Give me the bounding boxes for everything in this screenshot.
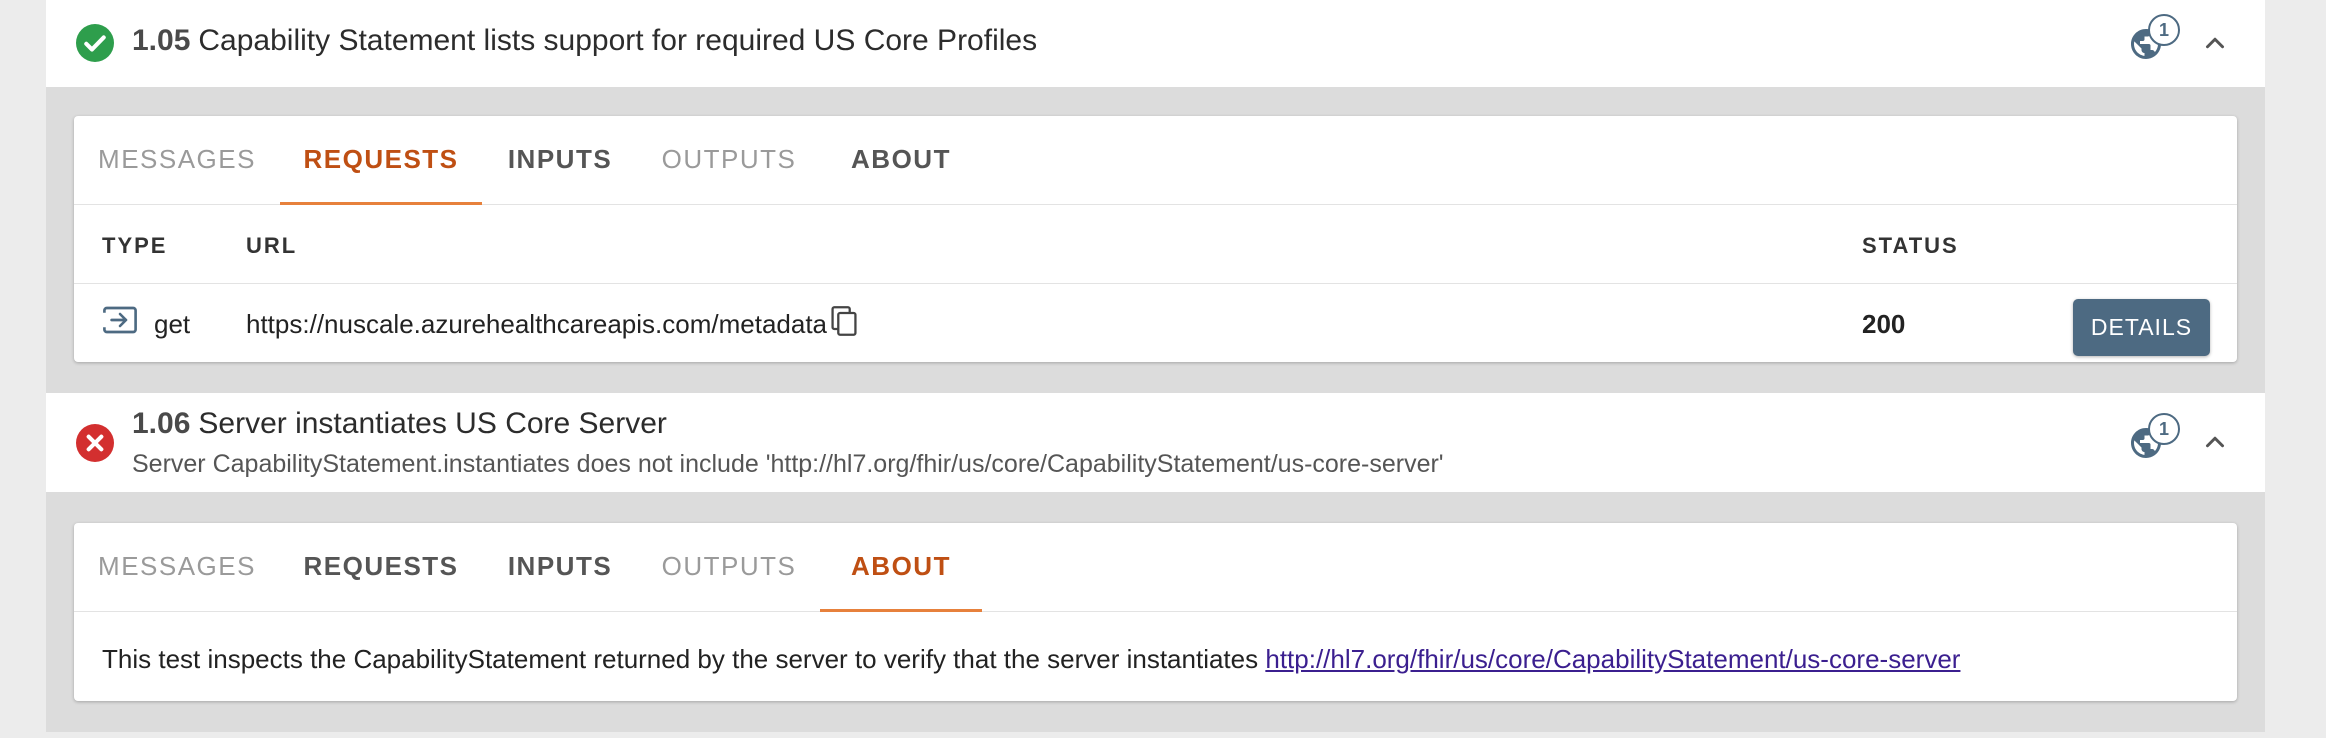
tab-bar: MESSAGES REQUESTS INPUTS OUTPUTS ABOUT (74, 523, 2237, 612)
details-button[interactable]: DETAILS (2073, 299, 2210, 356)
test-1-05-details-card: MESSAGES REQUESTS INPUTS OUTPUTS ABOUT T… (74, 116, 2237, 362)
request-url: https://nuscale.azurehealthcareapis.com/… (246, 309, 828, 339)
column-header-status: STATUS (1862, 233, 1959, 258)
test-1-06-details-card: MESSAGES REQUESTS INPUTS OUTPUTS ABOUT T… (74, 523, 2237, 701)
chevron-up-icon[interactable] (2200, 427, 2230, 457)
test-title: 1.06 Server instantiates US Core Server (132, 407, 667, 441)
table-row: get https://nuscale.azurehealthcareapis.… (74, 285, 2237, 362)
column-header-type: TYPE (102, 233, 168, 258)
request-count-badge: 1 (2148, 14, 2180, 46)
test-title: 1.05 Capability Statement lists support f… (132, 24, 1037, 58)
tab-messages[interactable]: MESSAGES (74, 523, 280, 612)
test-number: 1.05 (132, 24, 191, 57)
test-group-panel: 1.05 Capability Statement lists support f… (46, 0, 2265, 732)
about-text: This test inspects the CapabilityStateme… (102, 644, 1259, 674)
about-link[interactable]: http://hl7.org/fhir/us/core/CapabilitySt… (1265, 644, 1960, 674)
test-title-text: Capability Statement lists support for r… (198, 24, 1038, 57)
response-status: 200 (1862, 309, 1906, 339)
tab-requests[interactable]: REQUESTS (280, 523, 482, 612)
tab-outputs[interactable]: OUTPUTS (638, 523, 820, 612)
tab-inputs[interactable]: INPUTS (482, 116, 638, 205)
tab-requests[interactable]: REQUESTS (280, 116, 482, 205)
copy-icon[interactable] (830, 305, 858, 337)
error-circle-icon (76, 424, 114, 462)
test-1-06-header[interactable]: 1.06 Server instantiates US Core Server S… (46, 393, 2265, 492)
request-count-badge: 1 (2148, 413, 2180, 445)
chevron-up-icon[interactable] (2200, 28, 2230, 58)
tab-bar: MESSAGES REQUESTS INPUTS OUTPUTS ABOUT (74, 116, 2237, 205)
about-description: This test inspects the CapabilityStateme… (102, 644, 1960, 675)
tab-inputs[interactable]: INPUTS (482, 523, 638, 612)
request-verb: get (154, 309, 191, 339)
test-number: 1.06 (132, 407, 191, 440)
input-arrow-icon (102, 305, 138, 335)
test-result-message: Server CapabilityStatement.instantiates … (132, 450, 1444, 478)
requests-indicator[interactable]: 1 (2126, 14, 2180, 66)
tab-about[interactable]: ABOUT (820, 116, 982, 205)
test-1-05-header[interactable]: 1.05 Capability Statement lists support f… (46, 0, 2265, 87)
tab-about[interactable]: ABOUT (820, 523, 982, 612)
check-circle-icon (76, 24, 114, 62)
tab-outputs[interactable]: OUTPUTS (638, 116, 820, 205)
column-header-url: URL (246, 233, 298, 258)
requests-indicator[interactable]: 1 (2126, 413, 2180, 465)
requests-table-header: TYPE URL STATUS (74, 206, 2237, 284)
tab-messages[interactable]: MESSAGES (74, 116, 280, 205)
test-title-text: Server instantiates US Core Server (198, 407, 667, 440)
